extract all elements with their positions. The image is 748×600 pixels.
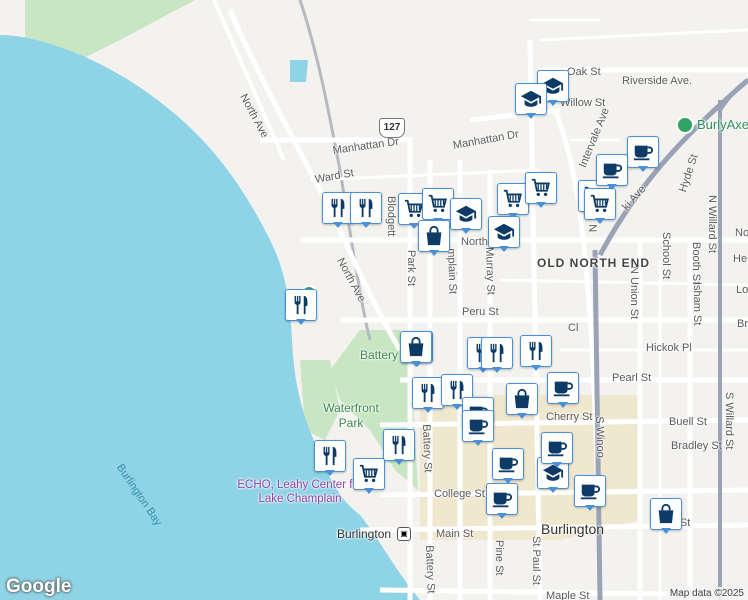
shopping-bag-icon	[511, 388, 533, 410]
maple-st-label: Maple St	[546, 590, 590, 600]
cafe-icon	[601, 159, 623, 181]
burlington-label: Burlington	[541, 521, 605, 537]
school-icon	[493, 221, 515, 243]
cherry-st-label: Cherry St	[546, 411, 593, 423]
murray-st-label: Murray St	[483, 247, 497, 296]
poi-pin[interactable]	[541, 432, 573, 468]
google-logo: Google	[6, 576, 72, 597]
poi-pin[interactable]	[314, 440, 346, 476]
cafe-icon	[552, 377, 574, 399]
grocery-cart-icon	[427, 193, 449, 215]
poi-pin[interactable]	[506, 383, 538, 419]
poi-pin[interactable]	[412, 377, 444, 413]
poi-pin[interactable]	[627, 136, 659, 172]
blodgett-label: Blodgett	[385, 196, 397, 237]
edge-street-label: Cl	[568, 322, 579, 334]
restaurant-icon	[525, 340, 547, 362]
battery-park-label: Battery	[360, 348, 399, 362]
grocery-cart-icon	[358, 463, 380, 485]
poi-pin[interactable]	[596, 154, 628, 190]
poi-pin[interactable]	[462, 410, 494, 446]
pearl-st-label: Pearl St	[612, 372, 652, 384]
poi-pin[interactable]	[400, 331, 432, 367]
poi-pin[interactable]	[486, 483, 518, 519]
edge-street-label: He	[733, 253, 748, 265]
poi-pin[interactable]	[418, 220, 450, 256]
restaurant-icon	[290, 294, 312, 316]
hickok-pl-label: Hickok Pl	[646, 342, 692, 354]
poi-pin[interactable]	[584, 188, 616, 224]
place-marker-icon[interactable]	[676, 116, 694, 134]
burlyaxe-label: BurlyAxe	[697, 117, 748, 132]
grocery-cart-icon	[530, 177, 552, 199]
restaurant-icon	[327, 197, 349, 219]
poi-pin[interactable]	[350, 192, 382, 228]
route-shield: 127	[379, 118, 405, 138]
train-station-icon: ▣	[397, 527, 411, 541]
grocery-cart-icon	[502, 188, 524, 210]
restaurant-icon	[355, 197, 377, 219]
poi-pin[interactable]	[547, 372, 579, 408]
map[interactable]: North Ave North Ave Manhattan Dr Manhatt…	[0, 0, 748, 600]
n-union-st-label: N Union St	[628, 266, 640, 320]
st-paul-st-label: St Paul St	[530, 536, 542, 585]
restaurant-icon	[388, 434, 410, 456]
n-willard-st-label: N Willard St	[706, 195, 718, 254]
edge-street-label: No	[735, 227, 748, 239]
s-willard-st-label: S Willard St	[723, 392, 735, 450]
restaurant-icon	[319, 445, 341, 467]
poi-pin[interactable]	[450, 198, 482, 234]
cafe-icon	[579, 480, 601, 502]
peru-st-label: Peru St	[462, 306, 499, 318]
college-st-label: College St	[434, 488, 485, 500]
north-st-label: North	[461, 236, 488, 248]
poi-pin[interactable]	[520, 335, 552, 371]
echo-center-label: ECHO, Leahy Center for Lake Champlain	[237, 479, 363, 505]
shopping-bag-icon	[405, 336, 427, 358]
oak-st-label: Oak St	[567, 66, 601, 78]
burlington-station-label: Burlington	[337, 527, 392, 541]
poi-pin[interactable]	[383, 429, 415, 465]
poi-pin[interactable]	[515, 83, 547, 119]
battery-st-label: Battery St	[420, 424, 434, 473]
park-st-label: Park St	[405, 250, 417, 287]
restaurant-icon	[417, 382, 439, 404]
riverside-ave-label: Riverside Ave.	[622, 75, 693, 87]
edge-street-label: Br	[737, 318, 748, 330]
map-attribution[interactable]: Map data ©2025	[665, 587, 748, 600]
poi-pin[interactable]	[285, 289, 317, 325]
poi-pin[interactable]	[492, 448, 524, 484]
booth-st-label: Booth St	[690, 242, 702, 285]
school-st-label: School St	[660, 232, 672, 280]
grocery-cart-icon	[589, 193, 611, 215]
pine-st-label: Pine St	[493, 540, 505, 576]
waterfront-park-label: Waterfront Park	[323, 401, 379, 430]
restaurant-icon	[486, 342, 508, 364]
buell-st-label: Buell St	[669, 416, 707, 428]
poi-pin[interactable]	[650, 498, 682, 534]
battery-st-label: Battery St	[423, 545, 437, 594]
poi-pin[interactable]	[353, 458, 385, 494]
edge-street-label: Lo	[736, 284, 748, 296]
cafe-icon	[467, 415, 489, 437]
shopping-bag-icon	[423, 225, 445, 247]
school-icon	[455, 203, 477, 225]
poi-pin[interactable]	[481, 337, 513, 373]
n-winooski-label: N	[586, 224, 599, 233]
s-winooski-label: S Winoo	[593, 416, 607, 458]
poi-pin[interactable]	[574, 475, 606, 511]
poi-pin[interactable]	[525, 172, 557, 208]
isham-st-label: Isham St	[691, 282, 703, 326]
poi-pin[interactable]	[488, 216, 520, 252]
main-st-label: Main St	[436, 528, 474, 540]
old-north-end-label: OLD NORTH END	[537, 256, 650, 270]
cafe-icon	[497, 453, 519, 475]
cafe-icon	[491, 488, 513, 510]
bradley-st-label: Bradley St	[671, 440, 722, 452]
shopping-bag-icon	[655, 503, 677, 525]
cafe-icon	[632, 141, 654, 163]
cafe-icon	[546, 437, 568, 459]
school-icon	[520, 88, 542, 110]
